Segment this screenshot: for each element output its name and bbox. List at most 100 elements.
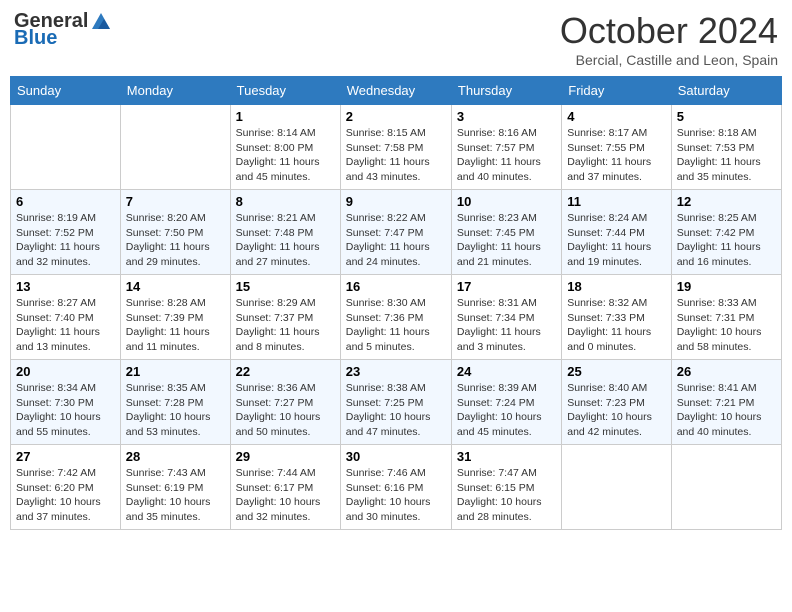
day-cell: 8 Sunrise: 8:21 AM Sunset: 7:48 PM Daylig…: [230, 190, 340, 275]
day-cell: 2Sunrise: 8:15 AM Sunset: 7:58 PM Daylig…: [340, 105, 451, 190]
day-info: Sunrise: 7:47 AM Sunset: 6:15 PM Dayligh…: [457, 466, 556, 525]
day-cell: 5 Sunrise: 8:18 AM Sunset: 7:53 PM Daylig…: [671, 105, 781, 190]
column-header-wednesday: Wednesday: [340, 77, 451, 105]
day-cell: 1 Sunrise: 8:14 AM Sunset: 8:00 PM Daylig…: [230, 105, 340, 190]
day-number: 19: [677, 279, 776, 294]
day-number: 11: [567, 194, 665, 209]
day-number: 8: [236, 194, 335, 209]
day-cell: 25 Sunrise: 8:40 AM Sunset: 7:23 PM Dayli…: [562, 360, 671, 445]
day-info: Sunrise: 8:33 AM Sunset: 7:31 PM Dayligh…: [677, 296, 776, 355]
day-cell: 26 Sunrise: 8:41 AM Sunset: 7:21 PM Dayli…: [671, 360, 781, 445]
day-info: Sunrise: 8:32 AM Sunset: 7:33 PM Dayligh…: [567, 296, 665, 355]
week-row-1: 1 Sunrise: 8:14 AM Sunset: 8:00 PM Daylig…: [11, 105, 782, 190]
day-info: Sunrise: 8:15 AM Sunset: 7:58 PM Dayligh…: [346, 126, 446, 185]
logo-icon: [90, 11, 112, 33]
day-cell: 28Sunrise: 7:43 AM Sunset: 6:19 PM Dayli…: [120, 445, 230, 530]
column-header-monday: Monday: [120, 77, 230, 105]
day-number: 7: [126, 194, 225, 209]
day-cell: 31 Sunrise: 7:47 AM Sunset: 6:15 PM Dayli…: [451, 445, 561, 530]
day-info: Sunrise: 8:19 AM Sunset: 7:52 PM Dayligh…: [16, 211, 115, 270]
column-header-saturday: Saturday: [671, 77, 781, 105]
day-number: 21: [126, 364, 225, 379]
day-info: Sunrise: 8:35 AM Sunset: 7:28 PM Dayligh…: [126, 381, 225, 440]
day-cell: 15 Sunrise: 8:29 AM Sunset: 7:37 PM Dayli…: [230, 275, 340, 360]
day-number: 16: [346, 279, 446, 294]
day-number: 4: [567, 109, 665, 124]
day-info: Sunrise: 8:22 AM Sunset: 7:47 PM Dayligh…: [346, 211, 446, 270]
day-info: Sunrise: 8:36 AM Sunset: 7:27 PM Dayligh…: [236, 381, 335, 440]
title-section: October 2024 Bercial, Castille and Leon,…: [560, 10, 778, 68]
column-header-thursday: Thursday: [451, 77, 561, 105]
day-info: Sunrise: 8:18 AM Sunset: 7:53 PM Dayligh…: [677, 126, 776, 185]
day-number: 18: [567, 279, 665, 294]
day-info: Sunrise: 8:14 AM Sunset: 8:00 PM Dayligh…: [236, 126, 335, 185]
day-cell: 6 Sunrise: 8:19 AM Sunset: 7:52 PM Daylig…: [11, 190, 121, 275]
day-cell: 24 Sunrise: 8:39 AM Sunset: 7:24 PM Dayli…: [451, 360, 561, 445]
day-number: 5: [677, 109, 776, 124]
day-number: 25: [567, 364, 665, 379]
day-info: Sunrise: 7:46 AM Sunset: 6:16 PM Dayligh…: [346, 466, 446, 525]
week-row-4: 20Sunrise: 8:34 AM Sunset: 7:30 PM Dayli…: [11, 360, 782, 445]
day-info: Sunrise: 7:44 AM Sunset: 6:17 PM Dayligh…: [236, 466, 335, 525]
day-info: Sunrise: 8:27 AM Sunset: 7:40 PM Dayligh…: [16, 296, 115, 355]
day-number: 20: [16, 364, 115, 379]
day-info: Sunrise: 8:23 AM Sunset: 7:45 PM Dayligh…: [457, 211, 556, 270]
logo-blue-text: Blue: [14, 27, 57, 50]
day-number: 9: [346, 194, 446, 209]
day-number: 24: [457, 364, 556, 379]
day-info: Sunrise: 8:41 AM Sunset: 7:21 PM Dayligh…: [677, 381, 776, 440]
day-number: 27: [16, 449, 115, 464]
day-number: 12: [677, 194, 776, 209]
day-number: 31: [457, 449, 556, 464]
day-number: 1: [236, 109, 335, 124]
day-info: Sunrise: 8:40 AM Sunset: 7:23 PM Dayligh…: [567, 381, 665, 440]
day-info: Sunrise: 7:42 AM Sunset: 6:20 PM Dayligh…: [16, 466, 115, 525]
location: Bercial, Castille and Leon, Spain: [560, 52, 778, 68]
day-cell: 12 Sunrise: 8:25 AM Sunset: 7:42 PM Dayli…: [671, 190, 781, 275]
day-number: 23: [346, 364, 446, 379]
day-cell: 7 Sunrise: 8:20 AM Sunset: 7:50 PM Daylig…: [120, 190, 230, 275]
day-cell: 16Sunrise: 8:30 AM Sunset: 7:36 PM Dayli…: [340, 275, 451, 360]
day-number: 15: [236, 279, 335, 294]
day-number: 29: [236, 449, 335, 464]
day-info: Sunrise: 8:38 AM Sunset: 7:25 PM Dayligh…: [346, 381, 446, 440]
day-cell: 3Sunrise: 8:16 AM Sunset: 7:57 PM Daylig…: [451, 105, 561, 190]
day-cell: 13 Sunrise: 8:27 AM Sunset: 7:40 PM Dayli…: [11, 275, 121, 360]
day-info: Sunrise: 7:43 AM Sunset: 6:19 PM Dayligh…: [126, 466, 225, 525]
day-cell: [120, 105, 230, 190]
day-number: 13: [16, 279, 115, 294]
day-cell: 11 Sunrise: 8:24 AM Sunset: 7:44 PM Dayli…: [562, 190, 671, 275]
day-info: Sunrise: 8:39 AM Sunset: 7:24 PM Dayligh…: [457, 381, 556, 440]
day-number: 26: [677, 364, 776, 379]
day-info: Sunrise: 8:16 AM Sunset: 7:57 PM Dayligh…: [457, 126, 556, 185]
day-info: Sunrise: 8:20 AM Sunset: 7:50 PM Dayligh…: [126, 211, 225, 270]
day-number: 30: [346, 449, 446, 464]
day-info: Sunrise: 8:28 AM Sunset: 7:39 PM Dayligh…: [126, 296, 225, 355]
day-cell: 18 Sunrise: 8:32 AM Sunset: 7:33 PM Dayli…: [562, 275, 671, 360]
day-number: 6: [16, 194, 115, 209]
day-cell: 9 Sunrise: 8:22 AM Sunset: 7:47 PM Daylig…: [340, 190, 451, 275]
day-number: 22: [236, 364, 335, 379]
day-cell: [562, 445, 671, 530]
day-cell: 17 Sunrise: 8:31 AM Sunset: 7:34 PM Dayli…: [451, 275, 561, 360]
day-info: Sunrise: 8:24 AM Sunset: 7:44 PM Dayligh…: [567, 211, 665, 270]
day-info: Sunrise: 8:31 AM Sunset: 7:34 PM Dayligh…: [457, 296, 556, 355]
day-number: 10: [457, 194, 556, 209]
logo: General Blue: [14, 10, 112, 50]
day-cell: 4 Sunrise: 8:17 AM Sunset: 7:55 PM Daylig…: [562, 105, 671, 190]
day-number: 17: [457, 279, 556, 294]
day-number: 14: [126, 279, 225, 294]
day-cell: 14 Sunrise: 8:28 AM Sunset: 7:39 PM Dayli…: [120, 275, 230, 360]
day-info: Sunrise: 8:29 AM Sunset: 7:37 PM Dayligh…: [236, 296, 335, 355]
day-cell: 23 Sunrise: 8:38 AM Sunset: 7:25 PM Dayli…: [340, 360, 451, 445]
column-header-sunday: Sunday: [11, 77, 121, 105]
day-cell: 21 Sunrise: 8:35 AM Sunset: 7:28 PM Dayli…: [120, 360, 230, 445]
day-cell: [671, 445, 781, 530]
week-row-2: 6 Sunrise: 8:19 AM Sunset: 7:52 PM Daylig…: [11, 190, 782, 275]
day-info: Sunrise: 8:21 AM Sunset: 7:48 PM Dayligh…: [236, 211, 335, 270]
day-info: Sunrise: 8:17 AM Sunset: 7:55 PM Dayligh…: [567, 126, 665, 185]
day-cell: 30 Sunrise: 7:46 AM Sunset: 6:16 PM Dayli…: [340, 445, 451, 530]
calendar-header-row: SundayMondayTuesdayWednesdayThursdayFrid…: [11, 77, 782, 105]
day-cell: [11, 105, 121, 190]
day-info: Sunrise: 8:25 AM Sunset: 7:42 PM Dayligh…: [677, 211, 776, 270]
